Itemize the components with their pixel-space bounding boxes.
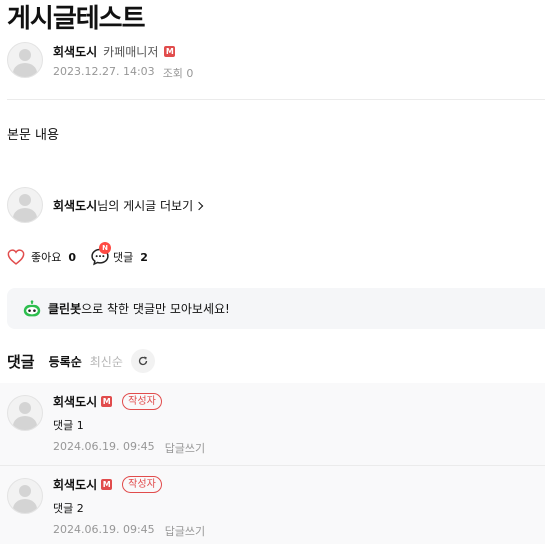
chevron-right-icon [194,201,204,210]
sort-latest-tab[interactable]: 최신순 [90,353,123,370]
comment-text: 댓글 2 [53,502,84,515]
comment-count: 2 [140,250,148,264]
author-avatar[interactable] [7,42,43,78]
reply-button[interactable]: 답글쓰기 [165,523,205,539]
comment-avatar[interactable] [7,478,43,514]
writer-tag: 작성자 [122,476,162,493]
comment-item: 회색도시 M 작성자 댓글 1 2024.06.19. 09:45 답글쓰기 [0,383,545,465]
refresh-icon[interactable] [130,349,155,373]
post-views: 조회 0 [162,67,194,80]
divider [7,99,545,100]
comment-label[interactable]: 댓글 [113,249,133,265]
clean-bot-text: 으로 착한 댓글만 모아보세요! [81,302,230,316]
comment-avatar[interactable] [7,395,43,431]
author-row: 회색도시 카페매니저 M [53,43,176,60]
post-body: 본문 내용 [7,128,59,143]
comment-icon[interactable]: N [90,242,112,267]
manager-badge-icon: M [101,479,113,490]
more-posts-link[interactable]: 회색도시 님의 게시글 더보기 [53,197,204,214]
comment-date: 2024.06.19. 09:45 [53,440,155,453]
post-meta: 2023.12.27. 14:03 조회 0 [53,65,193,81]
more-avatar[interactable] [7,187,43,223]
reply-button[interactable]: 답글쓰기 [165,440,205,456]
comments-heading: 댓글 [7,352,35,371]
like-count: 0 [68,250,77,264]
comment-date: 2024.06.19. 09:45 [53,523,155,536]
clean-bot-banner[interactable]: 클린봇 으로 착한 댓글만 모아보세요! [7,288,545,329]
author-grade: 카페매니저 [103,45,159,59]
comment-author[interactable]: 회색도시 [53,476,97,493]
new-badge: N [99,242,112,254]
comment-author[interactable]: 회색도시 [53,393,97,410]
more-posts-label: 님의 게시글 더보기 [97,199,194,213]
robot-icon [23,299,41,316]
comment-item: 회색도시 M 작성자 댓글 2 2024.06.19. 09:45 답글쓰기 [0,466,545,544]
comment-text: 댓글 1 [53,419,84,432]
manager-badge-icon: M [101,396,113,407]
like-label[interactable]: 좋아요 [31,249,61,265]
heart-icon[interactable] [7,249,25,265]
clean-bot-name: 클린봇 [48,302,82,316]
comments-header: 댓글 등록순 최신순 [7,349,155,373]
reaction-bar: 좋아요 0 N 댓글 2 [7,242,148,267]
post-date: 2023.12.27. 14:03 [53,65,155,78]
writer-tag: 작성자 [122,393,162,410]
sort-registered-tab[interactable]: 등록순 [49,353,82,370]
post-title: 게시글테스트 [7,4,146,34]
more-author-name: 회색도시 [53,199,98,213]
manager-badge-icon: M [164,46,176,57]
author-name[interactable]: 회색도시 [53,43,97,60]
